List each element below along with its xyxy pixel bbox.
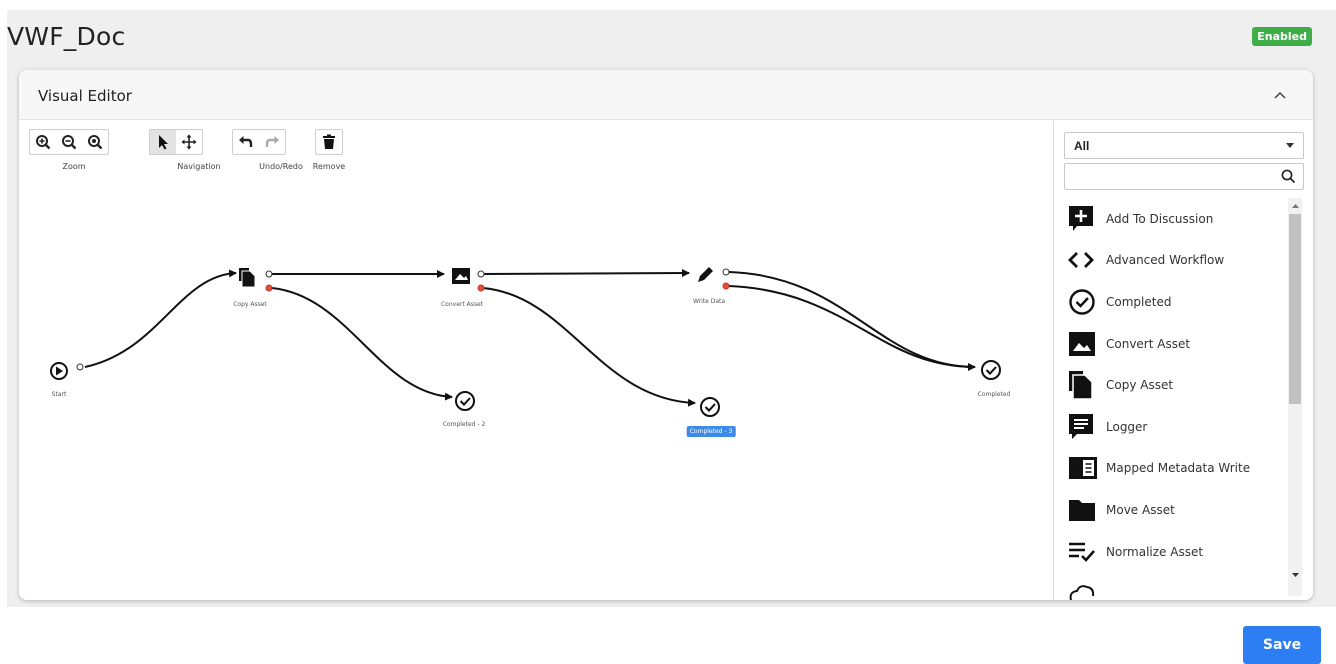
node-label-completed-3: Completed - 3 [686,426,736,437]
edge-copy-completed2 [271,287,453,401]
tool-item-completed[interactable]: Completed [1064,281,1282,323]
scroll-down-icon[interactable] [1288,568,1302,582]
tool-item-logger[interactable]: Logger [1064,406,1282,448]
edge-convert-completed3 [482,287,696,407]
tool-item-label: Logger [1106,419,1148,434]
node-completed-3[interactable] [700,397,720,417]
panel-title: Visual Editor [38,87,132,105]
add-discussion-icon [1064,201,1102,237]
scroll-up-icon[interactable] [1288,199,1302,213]
image-icon [1064,326,1102,362]
node-label-write-data: Write Data [692,298,726,305]
list-check-icon [1064,534,1102,570]
chevron-up-icon [1274,91,1286,99]
tool-list-scrollbar[interactable] [1288,198,1302,596]
node-label-convert-asset: Convert Asset [440,301,484,308]
tool-item-convert-asset[interactable]: Convert Asset [1064,323,1282,365]
status-badge: Enabled [1252,27,1312,46]
copy-icon [1064,367,1102,403]
metadata-write-icon [1064,450,1102,486]
search-icon [1281,169,1295,184]
node-write-data[interactable] [698,267,730,290]
chat-lines-icon [1064,409,1102,445]
node-label-completed-2: Completed - 2 [442,421,486,428]
tool-item-label: Copy Asset [1106,378,1174,393]
tool-item-label: Mapped Metadata Write [1106,461,1251,476]
node-copy-asset[interactable] [239,268,273,292]
edge-write-completed-fail [728,285,976,368]
scroll-thumb[interactable] [1289,214,1301,404]
tool-item-move-asset[interactable]: Move Asset [1064,489,1282,531]
category-filter-select[interactable]: All [1064,132,1304,159]
page-title: VWF_Doc [7,22,126,51]
edge-write-completed [728,271,976,371]
filter-value: All [1074,138,1090,153]
node-label-completed: Completed [977,391,1011,398]
tool-item-copy-asset[interactable]: Copy Asset [1064,364,1282,406]
node-completed[interactable] [981,360,1001,380]
tool-item-label: Completed [1106,294,1172,309]
node-label-copy-asset: Copy Asset [233,301,267,308]
tool-item-add-to-discussion[interactable]: Add To Discussion [1064,198,1282,240]
tool-item-label: Add To Discussion [1106,211,1214,226]
panel-header: Visual Editor [19,70,1313,120]
workflow-canvas[interactable]: Zoom Navigation Undo/Redo Remove Start C… [19,121,1053,600]
tool-item-mapped-metadata-write[interactable]: Mapped Metadata Write [1064,448,1282,490]
workflow-diagram [50,267,1001,417]
node-completed-2[interactable] [455,391,475,411]
collapse-button[interactable] [1271,86,1289,104]
folder-icon [1064,492,1102,528]
edge-start-copy [84,269,237,368]
code-icon [1064,242,1102,278]
node-convert-asset[interactable] [452,268,485,292]
node-label-start: Start [51,391,67,398]
palette-search-input[interactable] [1065,164,1273,189]
visual-editor-panel: Visual Editor Zoom Navigation Undo/Redo … [19,70,1313,600]
tool-list: Add To Discussion Advanced Workflow Comp… [1064,198,1282,600]
palette-search [1064,163,1304,190]
tool-item-partial[interactable] [1064,572,1282,600]
tool-item-advanced-workflow[interactable]: Advanced Workflow [1064,240,1282,282]
caret-down-icon [1286,143,1294,148]
save-button[interactable]: Save [1243,626,1321,664]
tool-item-label: Normalize Asset [1106,544,1204,559]
node-start[interactable] [50,362,84,380]
tool-item-normalize-asset[interactable]: Normalize Asset [1064,531,1282,573]
tool-palette: All Add To Discussion Advanced Workflow [1053,121,1313,600]
cloud-icon [1064,575,1102,600]
tool-item-label: Convert Asset [1106,336,1191,351]
tool-item-label: Move Asset [1106,502,1175,517]
search-button[interactable] [1273,164,1303,189]
check-circle-icon [1064,284,1102,320]
tool-item-label: Advanced Workflow [1106,253,1225,268]
edge-convert-write [482,269,690,278]
